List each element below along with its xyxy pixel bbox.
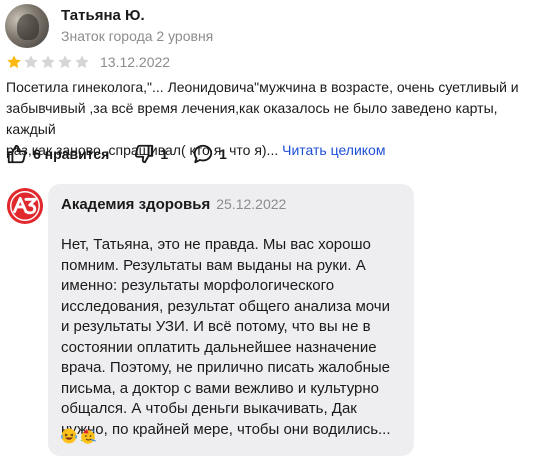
reply-text-line: именно: результаты морфологического <box>61 277 335 294</box>
reply-text-line: помним. Результаты вам выданы на руки. А <box>61 256 366 274</box>
reply-text-line: врача. Поэтому, не прилично писать жалоб… <box>61 359 391 376</box>
comments-count: 1 <box>219 146 227 162</box>
review-header: Татьяна Ю. Знаток города 2 уровня <box>5 4 545 50</box>
likes-label: 6 нравится <box>33 146 110 162</box>
reply-date: 25.12.2022 <box>216 196 287 212</box>
review-author-level: Знаток города 2 уровня <box>61 28 214 44</box>
star-empty-icon <box>24 55 38 69</box>
organization-logo-icon <box>6 187 44 225</box>
reply-header: Академия здоровья 25.12.2022 <box>61 196 286 213</box>
dislike-button[interactable]: 1 <box>133 143 168 165</box>
reply-text-line: Нет, Татьяна, это не правда. Мы вас хоро… <box>61 236 371 253</box>
dislikes-count: 1 <box>160 146 169 162</box>
comments-button[interactable]: 1 <box>192 143 227 165</box>
comment-bubble-icon <box>193 144 213 164</box>
reply-text-line: нужно, по крайней мере, чтобы они водили… <box>61 420 391 438</box>
like-button[interactable]: 6 нравится <box>6 143 109 165</box>
reply-text-line: состоянии оплатить дальнейшее назначение <box>61 338 377 356</box>
party-face-icon <box>80 428 96 444</box>
reply-text-line: общался. А чтобы деньги выкачивать, Дак <box>61 400 357 417</box>
star-filled-icon <box>7 55 21 69</box>
business-reply: Академия здоровья 25.12.2022 Нет, Татьян… <box>48 184 414 456</box>
review-date: 13.12.2022 <box>100 54 171 70</box>
read-more-link[interactable]: Читать целиком <box>282 142 385 158</box>
star-empty-icon <box>58 55 72 69</box>
reply-text-line: письма, а доктор с вами вежливо и культу… <box>61 379 379 397</box>
reply-text-line: и результаты УЗИ. И всё потому, что вы н… <box>61 318 371 335</box>
laughing-face-icon <box>61 428 77 444</box>
thumbs-up-icon <box>7 144 27 164</box>
review-text-line: Посетила гинеколога,"... Леонидовича"муж… <box>6 79 519 95</box>
thumbs-down-icon <box>135 144 154 164</box>
star-empty-icon <box>41 55 55 69</box>
star-rating <box>6 54 90 70</box>
reply-emojis <box>61 428 96 444</box>
review-text-line: забывчивый ,за всё время лечения,как ока… <box>6 100 498 137</box>
review-author-name[interactable]: Татьяна Ю. <box>61 7 145 24</box>
rating-row: 13.12.2022 <box>6 53 170 71</box>
review-actions: 6 нравится 1 1 <box>6 142 251 166</box>
reply-author-name[interactable]: Академия здоровья <box>61 196 210 213</box>
reply-text: Нет, Татьяна, это не правда. Мы вас хоро… <box>61 235 406 440</box>
user-avatar[interactable] <box>5 4 49 48</box>
reply-text-line: исследования, результат общего анализа м… <box>61 297 390 315</box>
star-empty-icon <box>75 55 89 69</box>
